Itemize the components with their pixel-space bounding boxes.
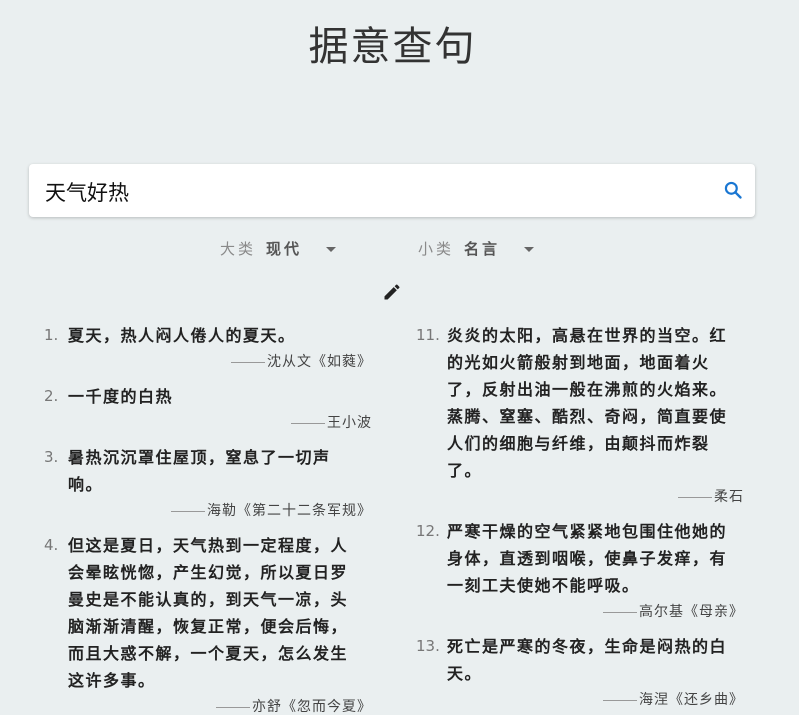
dash-divider: [603, 699, 637, 701]
chevron-down-icon[interactable]: [326, 247, 337, 252]
item-text: 炎炎的太阳，高悬在世界的当空。红的光如火箭般射到地面，地面着火了，反射出油一般在…: [447, 326, 728, 480]
item-number: 4.: [44, 536, 59, 554]
item-source-text: 柔石: [714, 489, 744, 505]
list-item[interactable]: 11. 炎炎的太阳，高悬在世界的当空。红的光如火箭般射到地面，地面着火了，反射出…: [416, 322, 743, 510]
item-source-text: 高尔基《母亲》: [639, 604, 744, 620]
list-item[interactable]: 13. 死亡是严寒的冬夜，生命是闷热的白天。 海涅《还乡曲》: [416, 633, 743, 713]
item-source: 海涅《还乡曲》: [447, 687, 744, 713]
item-source: 柔石: [447, 484, 744, 510]
item-text: 一千度的白热: [68, 387, 174, 406]
item-number: 12.: [416, 522, 440, 540]
item-text: 死亡是严寒的冬夜，生命是闷热的白天。: [447, 637, 728, 683]
dash-divider: [171, 510, 205, 512]
search-icon[interactable]: [723, 180, 743, 200]
list-item[interactable]: 12. 严寒干燥的空气紧紧地包围住他她的身体，直透到咽喉，使鼻子发痒，有一刻工夫…: [416, 518, 743, 625]
results-column-left: 1. 夏天，热人闷人倦人的夏天。 沈从文《如蕤》 2. 一千度的白热 王小波 3…: [44, 322, 371, 715]
item-source: 海勒《第二十二条军规》: [68, 498, 372, 524]
results-column-right: 11. 炎炎的太阳，高悬在世界的当空。红的光如火箭般射到地面，地面着火了，反射出…: [416, 322, 743, 715]
item-number: 1.: [44, 326, 59, 344]
pencil-icon[interactable]: [382, 282, 402, 302]
item-number: 11.: [416, 326, 440, 344]
list-item[interactable]: 4. 但这是夏日，天气热到一定程度，人会晕眩恍惚，产生幻觉，所以夏日罗曼史是不能…: [44, 532, 371, 715]
item-number: 2.: [44, 387, 59, 405]
chevron-down-icon[interactable]: [524, 247, 535, 252]
subcategory-select[interactable]: 小类 名言: [418, 234, 535, 262]
item-source-text: 亦舒《忽而今夏》: [252, 699, 372, 715]
page-title: 据意查句: [308, 24, 477, 70]
list-item[interactable]: 1. 夏天，热人闷人倦人的夏天。 沈从文《如蕤》: [44, 322, 371, 375]
dash-divider: [603, 611, 637, 613]
dash-divider: [231, 361, 265, 363]
item-text: 暑热沉沉罩住屋顶，窒息了一切声响。: [68, 448, 331, 494]
item-source-text: 海勒《第二十二条军规》: [207, 503, 372, 519]
dash-divider: [291, 422, 325, 424]
item-text: 但这是夏日，天气热到一定程度，人会晕眩恍惚，产生幻觉，所以夏日罗曼史是不能认真的…: [68, 536, 349, 690]
search-box[interactable]: [29, 164, 755, 219]
item-number: 3.: [44, 448, 59, 466]
item-source-text: 王小波: [327, 415, 372, 431]
item-source: 高尔基《母亲》: [447, 599, 744, 625]
category-value[interactable]: 现代: [266, 238, 302, 259]
results-list: 1. 夏天，热人闷人倦人的夏天。 沈从文《如蕤》 2. 一千度的白热 王小波 3…: [0, 322, 799, 715]
item-source: 亦舒《忽而今夏》: [68, 694, 372, 715]
item-text: 严寒干燥的空气紧紧地包围住他她的身体，直透到咽喉，使鼻子发痒，有一刻工夫使她不能…: [447, 522, 728, 595]
item-source: 沈从文《如蕤》: [68, 349, 372, 375]
dash-divider: [678, 496, 712, 498]
item-source: 王小波: [68, 410, 372, 436]
dash-divider: [216, 706, 250, 708]
item-source-text: 沈从文《如蕤》: [267, 354, 372, 370]
subcategory-value[interactable]: 名言: [464, 238, 500, 259]
filters-bar: 大类 现代 小类 名言: [0, 234, 799, 262]
category-select[interactable]: 大类 现代: [220, 234, 337, 262]
search-input[interactable]: [43, 164, 707, 219]
subcategory-label: 小类: [418, 239, 455, 258]
list-item[interactable]: 2. 一千度的白热 王小波: [44, 383, 371, 436]
item-number: 13.: [416, 637, 440, 655]
category-label: 大类: [220, 239, 257, 258]
item-text: 夏天，热人闷人倦人的夏天。: [68, 326, 296, 345]
list-item[interactable]: 3. 暑热沉沉罩住屋顶，窒息了一切声响。 海勒《第二十二条军规》: [44, 444, 371, 524]
item-source-text: 海涅《还乡曲》: [639, 692, 744, 708]
